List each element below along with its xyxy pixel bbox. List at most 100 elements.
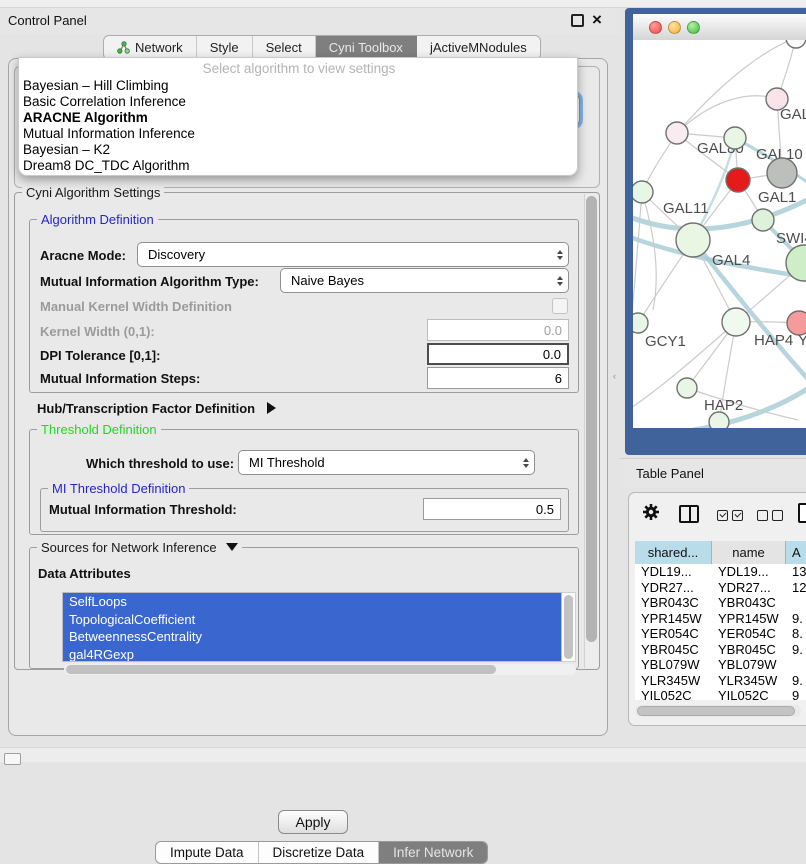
network-node[interactable] (709, 412, 729, 428)
table-cell[interactable]: YDR27... (712, 580, 786, 596)
dpi-tolerance-field[interactable]: 0.0 (427, 343, 569, 365)
table-row[interactable]: YER054CYER054C8. (635, 626, 806, 642)
network-node-swi4[interactable] (752, 209, 774, 231)
table-cell[interactable]: YBL079W (635, 657, 712, 673)
network-node-gal1[interactable] (726, 168, 750, 192)
tab-infer-network[interactable]: Infer Network (379, 842, 487, 863)
algorithm-option[interactable]: ARACNE Algorithm (21, 110, 577, 126)
table-cell[interactable]: 13 (786, 564, 806, 580)
table-cell[interactable] (786, 595, 806, 611)
table-cell[interactable]: YLR345W (635, 673, 712, 689)
table-row[interactable]: YBR043CYBR043C (635, 595, 806, 611)
table-row[interactable]: YIL052CYIL052C9 (635, 688, 806, 700)
tab-select[interactable]: Select (253, 36, 316, 59)
attributes-vertical-scrollbar[interactable] (562, 592, 576, 662)
algorithm-option[interactable]: Bayesian – Hill Climbing (21, 78, 577, 94)
network-node-gal80[interactable] (666, 122, 688, 144)
table-body[interactable]: YDL19...YDL19...13YDR27...YDR27...12YBR0… (635, 564, 806, 700)
which-threshold-combobox[interactable]: MI Threshold (238, 450, 535, 475)
table-cell[interactable]: YDR27... (635, 580, 712, 596)
column-header-name[interactable]: name (712, 541, 786, 564)
table-cell[interactable]: YPR145W (635, 611, 712, 627)
sources-title[interactable]: Sources for Network Inference (37, 540, 242, 555)
table-cell[interactable]: YBR043C (712, 595, 786, 611)
table-cell[interactable]: YDL19... (712, 564, 786, 580)
table-cell[interactable]: YER054C (712, 626, 786, 642)
tab-network[interactable]: Network (104, 36, 197, 59)
table-cell[interactable] (786, 657, 806, 673)
network-node-hap4[interactable] (722, 308, 750, 336)
network-node-hap2[interactable] (677, 378, 697, 398)
table-cell[interactable]: YER054C (635, 626, 712, 642)
table-row[interactable]: YBR045CYBR045C9. (635, 642, 806, 658)
select-all-checkboxes-icon[interactable] (717, 508, 747, 526)
float-panel-icon[interactable] (571, 14, 584, 27)
network-node[interactable] (786, 40, 806, 48)
column-header-shared-name[interactable]: shared... (635, 541, 712, 564)
aracne-mode-combobox[interactable]: Discovery (137, 242, 569, 267)
table-cell[interactable]: YBR045C (635, 642, 712, 658)
close-panel-icon[interactable]: × (592, 10, 602, 30)
zoom-window-icon[interactable] (687, 21, 700, 34)
algorithm-option[interactable]: Basic Correlation Inference (21, 94, 577, 110)
tab-style[interactable]: Style (197, 36, 253, 59)
kernel-width-field[interactable]: 0.0 (427, 319, 569, 341)
network-node-gcy1[interactable] (633, 313, 648, 333)
network-canvas[interactable]: GALGAL80GAL10GAL1GAL11SWI4GAL4HAP4YGCY1H… (633, 40, 806, 428)
corner-widget-icon[interactable] (4, 753, 21, 765)
attributes-horizontal-scrollbar[interactable] (64, 664, 576, 675)
network-node[interactable] (767, 158, 797, 188)
table-row[interactable]: YDL19...YDL19...13 (635, 564, 806, 580)
mi-threshold-field[interactable]: 0.5 (423, 498, 561, 520)
hub-definition-toggle[interactable]: Hub/Transcription Factor Definition (37, 401, 276, 416)
apply-button[interactable]: Apply (278, 810, 348, 834)
algorithm-option[interactable]: Dream8 DC_TDC Algorithm (21, 158, 577, 174)
algorithm-option[interactable]: Bayesian – K2 (21, 142, 577, 158)
table-cell[interactable]: YBR043C (635, 595, 712, 611)
column-header-partial[interactable]: A (786, 541, 806, 564)
data-attribute-item[interactable]: TopologicalCoefficient (63, 611, 561, 629)
table-row[interactable]: YPR145WYPR145W9. (635, 611, 806, 627)
data-attributes-list[interactable]: SelfLoopsTopologicalCoefficientBetweenne… (62, 592, 562, 662)
table-cell[interactable]: YBR045C (712, 642, 786, 658)
tab-jactivemnodules[interactable]: jActiveMNodules (417, 36, 540, 59)
mi-steps-field[interactable]: 6 (427, 367, 569, 389)
tab-cyni-toolbox[interactable]: Cyni Toolbox (316, 36, 417, 59)
network-node-gal4[interactable] (676, 223, 710, 257)
settings-scrollbar-thumb[interactable] (586, 196, 597, 642)
network-node-gal10[interactable] (724, 127, 746, 149)
network-window-titlebar[interactable] (633, 14, 806, 41)
table-cell[interactable]: 9. (786, 673, 806, 689)
table-cell[interactable]: YBL079W (712, 657, 786, 673)
columns-icon[interactable] (679, 505, 699, 523)
tab-discretize-data[interactable]: Discretize Data (259, 842, 380, 863)
network-node-gal11[interactable] (633, 181, 653, 203)
data-attribute-item[interactable]: gal4RGexp (63, 646, 561, 663)
minimize-window-icon[interactable] (668, 21, 681, 34)
table-cell[interactable]: 8. (786, 626, 806, 642)
table-cell[interactable]: YPR145W (712, 611, 786, 627)
tab-impute-data[interactable]: Impute Data (156, 842, 259, 863)
network-view-window[interactable]: GALGAL80GAL10GAL1GAL11SWI4GAL4HAP4YGCY1H… (625, 8, 806, 455)
deselect-all-checkboxes-icon[interactable] (757, 508, 787, 526)
table-cell[interactable]: 9. (786, 642, 806, 658)
table-horizontal-scrollbar[interactable] (635, 705, 801, 717)
table-row[interactable]: YLR345WYLR345W9. (635, 673, 806, 689)
document-icon[interactable] (798, 503, 806, 523)
table-cell[interactable]: YIL052C (635, 688, 712, 700)
algorithm-option[interactable]: Mutual Information Inference (21, 126, 577, 142)
table-cell[interactable]: 12 (786, 580, 806, 596)
data-attribute-item[interactable]: BetweennessCentrality (63, 628, 561, 646)
gear-icon[interactable] (641, 502, 661, 527)
table-cell[interactable]: YDL19... (635, 564, 712, 580)
panel-divider-handle[interactable]: ‹ (613, 372, 618, 381)
close-window-icon[interactable] (649, 21, 662, 34)
manual-kernel-width-checkbox[interactable] (552, 298, 568, 314)
table-row[interactable]: YDR27...YDR27...12 (635, 580, 806, 596)
mi-algorithm-type-combobox[interactable]: Naive Bayes (280, 268, 569, 293)
table-cell[interactable]: 9 (786, 688, 806, 700)
table-cell[interactable]: YIL052C (712, 688, 786, 700)
data-attribute-item[interactable]: SelfLoops (63, 593, 561, 611)
table-cell[interactable]: YLR345W (712, 673, 786, 689)
table-row[interactable]: YBL079WYBL079W (635, 657, 806, 673)
